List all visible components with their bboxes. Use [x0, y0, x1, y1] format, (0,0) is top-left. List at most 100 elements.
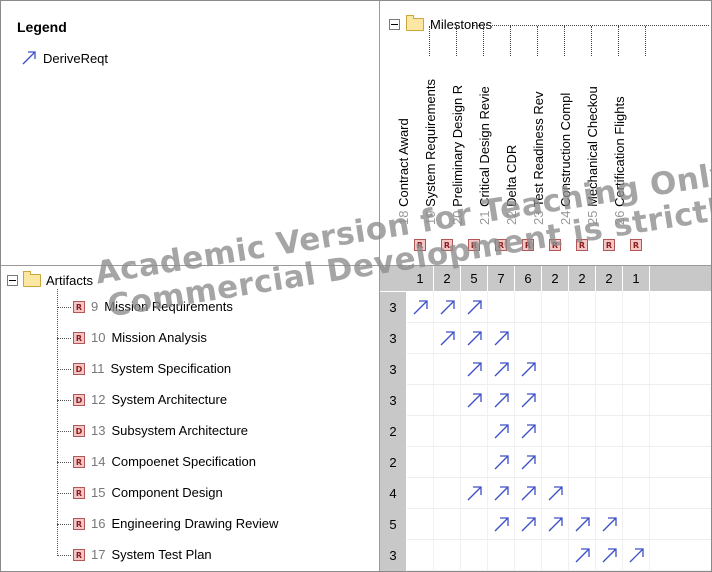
matrix-cell[interactable] — [407, 354, 434, 385]
matrix-cell[interactable] — [461, 478, 488, 509]
matrix-cell[interactable] — [542, 478, 569, 509]
matrix-cell[interactable] — [434, 509, 461, 540]
matrix-cell[interactable] — [488, 354, 515, 385]
matrix-cell[interactable] — [623, 540, 650, 571]
matrix-cell[interactable] — [515, 447, 542, 478]
matrix-cell[interactable] — [623, 509, 650, 540]
matrix-cell[interactable] — [542, 292, 569, 323]
matrix-cell[interactable] — [515, 509, 542, 540]
matrix-cell[interactable] — [596, 416, 623, 447]
matrix-cell[interactable] — [461, 323, 488, 354]
matrix-cell[interactable] — [488, 416, 515, 447]
matrix-cell[interactable] — [407, 416, 434, 447]
matrix-cell[interactable] — [488, 323, 515, 354]
artifact-row[interactable]: R 14 Compoenet Specification 2 — [1, 447, 711, 478]
matrix-cell[interactable] — [596, 478, 623, 509]
artifact-label[interactable]: D 13 Subsystem Architecture — [73, 423, 248, 438]
matrix-cell[interactable] — [569, 540, 596, 571]
matrix-cell[interactable] — [542, 354, 569, 385]
matrix-cell[interactable] — [542, 323, 569, 354]
matrix-cell[interactable] — [461, 447, 488, 478]
matrix-cell[interactable] — [407, 509, 434, 540]
matrix-cell[interactable] — [407, 447, 434, 478]
matrix-cell[interactable] — [569, 292, 596, 323]
matrix-cell[interactable] — [434, 323, 461, 354]
matrix-cell[interactable] — [596, 540, 623, 571]
matrix-cell[interactable] — [596, 385, 623, 416]
matrix-cell[interactable] — [461, 385, 488, 416]
matrix-cell[interactable] — [515, 478, 542, 509]
artifact-row[interactable]: D 11 System Specification 3 — [1, 354, 711, 385]
matrix-cell[interactable] — [623, 478, 650, 509]
artifact-row[interactable]: R 9 Mission Requirements 3 — [1, 292, 711, 323]
matrix-cell[interactable] — [434, 416, 461, 447]
matrix-cell[interactable] — [623, 292, 650, 323]
matrix-cell[interactable] — [515, 540, 542, 571]
matrix-cell[interactable] — [569, 354, 596, 385]
artifact-row[interactable]: R 10 Mission Analysis 3 — [1, 323, 711, 354]
matrix-cell[interactable] — [461, 354, 488, 385]
milestone-column-header[interactable]: 26 Certification Flights R — [612, 39, 650, 259]
matrix-cell[interactable] — [461, 509, 488, 540]
matrix-cell[interactable] — [407, 292, 434, 323]
artifact-label[interactable]: R 17 System Test Plan — [73, 547, 212, 562]
matrix-cell[interactable] — [569, 416, 596, 447]
matrix-cell[interactable] — [596, 354, 623, 385]
matrix-cell[interactable] — [488, 292, 515, 323]
matrix-cell[interactable] — [542, 540, 569, 571]
matrix-cell[interactable] — [569, 323, 596, 354]
matrix-cell[interactable] — [461, 292, 488, 323]
matrix-cell[interactable] — [596, 509, 623, 540]
matrix-cell[interactable] — [515, 385, 542, 416]
matrix-cell[interactable] — [434, 478, 461, 509]
matrix-cell[interactable] — [515, 416, 542, 447]
matrix-cell[interactable] — [569, 385, 596, 416]
matrix-cell[interactable] — [515, 323, 542, 354]
matrix-cell[interactable] — [542, 447, 569, 478]
matrix-cell[interactable] — [569, 447, 596, 478]
matrix-cell[interactable] — [542, 509, 569, 540]
matrix-cell[interactable] — [407, 540, 434, 571]
matrix-cell[interactable] — [515, 292, 542, 323]
matrix-cell[interactable] — [434, 540, 461, 571]
artifact-label[interactable]: D 11 System Specification — [73, 361, 231, 376]
matrix-cell[interactable] — [488, 385, 515, 416]
legend-item-derivereqt[interactable]: DeriveReqt — [21, 50, 108, 66]
matrix-cell[interactable] — [434, 385, 461, 416]
matrix-cell[interactable] — [488, 540, 515, 571]
artifact-row[interactable]: R 15 Component Design 4 — [1, 478, 711, 509]
matrix-cell[interactable] — [434, 447, 461, 478]
artifact-row[interactable]: D 12 System Architecture 3 — [1, 385, 711, 416]
matrix-cell[interactable] — [434, 292, 461, 323]
artifact-label[interactable]: R 10 Mission Analysis — [73, 330, 207, 345]
matrix-cell[interactable] — [407, 323, 434, 354]
matrix-cell[interactable] — [623, 354, 650, 385]
matrix-cell[interactable] — [596, 292, 623, 323]
matrix-cell[interactable] — [407, 478, 434, 509]
matrix-cell[interactable] — [542, 416, 569, 447]
matrix-cell[interactable] — [623, 447, 650, 478]
artifact-label[interactable]: R 14 Compoenet Specification — [73, 454, 256, 469]
matrix-cell[interactable] — [488, 447, 515, 478]
matrix-cell[interactable] — [461, 416, 488, 447]
artifact-label[interactable]: R 16 Engineering Drawing Review — [73, 516, 278, 531]
matrix-cell[interactable] — [623, 385, 650, 416]
matrix-cell[interactable] — [515, 354, 542, 385]
matrix-cell[interactable] — [623, 323, 650, 354]
artifact-row[interactable]: D 13 Subsystem Architecture 2 — [1, 416, 711, 447]
matrix-cell[interactable] — [596, 323, 623, 354]
matrix-cell[interactable] — [569, 478, 596, 509]
matrix-cell[interactable] — [623, 416, 650, 447]
artifact-label[interactable]: R 15 Component Design — [73, 485, 223, 500]
matrix-cell[interactable] — [596, 447, 623, 478]
matrix-cell[interactable] — [488, 478, 515, 509]
artifact-label[interactable]: D 12 System Architecture — [73, 392, 227, 407]
artifacts-header[interactable]: Artifacts — [7, 271, 93, 288]
matrix-cell[interactable] — [569, 509, 596, 540]
artifact-label[interactable]: R 9 Mission Requirements — [73, 299, 233, 314]
artifact-row[interactable]: R 16 Engineering Drawing Review 5 — [1, 509, 711, 540]
matrix-cell[interactable] — [407, 385, 434, 416]
matrix-cell[interactable] — [542, 385, 569, 416]
matrix-cell[interactable] — [488, 509, 515, 540]
matrix-cell[interactable] — [461, 540, 488, 571]
